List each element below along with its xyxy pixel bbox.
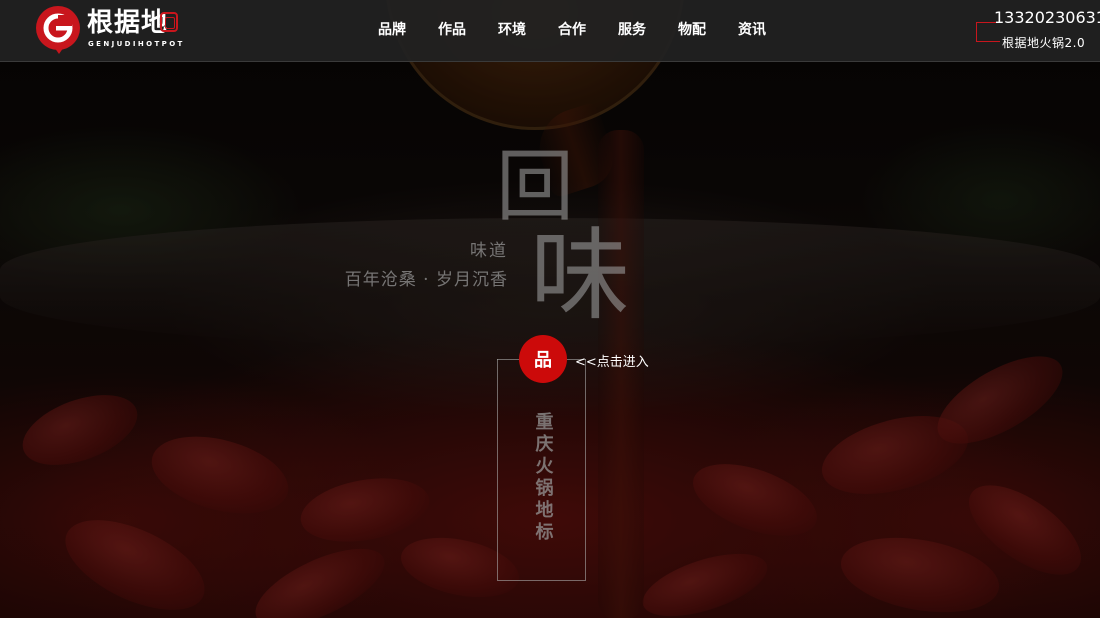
enter-link[interactable]: <<点击进入 [575, 351, 649, 370]
nav-item-news[interactable]: 资讯 [722, 0, 782, 62]
site-header: 根据地 GENJUDIHOTPOT 品牌 作品 环境 合作 服务 物配 资讯 1… [0, 0, 1100, 62]
vertical-slogan: 重庆火锅地标 [532, 412, 554, 544]
nav-item-supplies[interactable]: 物配 [662, 0, 722, 62]
nav-item-environment[interactable]: 环境 [482, 0, 542, 62]
site-logo[interactable]: 根据地 GENJUDIHOTPOT [36, 6, 186, 56]
nav-item-service[interactable]: 服务 [602, 0, 662, 62]
logo-pin-icon [52, 44, 66, 54]
hero-subtitle-taste: 味道 [470, 241, 508, 261]
contact-tagline: 根据地火锅2.0 [1002, 36, 1086, 50]
hero-char-wei: 味 [530, 217, 630, 334]
logo-seal-icon [160, 12, 178, 32]
nav-item-works[interactable]: 作品 [422, 0, 482, 62]
hero-char-hui: 回 [496, 142, 575, 232]
vertical-frame: 重庆火锅地标 [497, 359, 586, 581]
main-nav: 品牌 作品 环境 合作 服务 物配 资讯 [362, 0, 782, 62]
enter-button[interactable]: 品 [519, 335, 567, 383]
nav-item-cooperation[interactable]: 合作 [542, 0, 602, 62]
contact-block: 13320230631 根据地火锅2.0 [976, 8, 1100, 54]
logo-subtitle: GENJUDIHOTPOT [88, 40, 185, 48]
logo-title: 根据地 [87, 8, 169, 38]
contact-phone[interactable]: 13320230631 [994, 8, 1100, 27]
hero-subtitle-slogan: 百年沧桑 · 岁月沉香 [344, 270, 508, 290]
nav-item-brand[interactable]: 品牌 [362, 0, 422, 62]
